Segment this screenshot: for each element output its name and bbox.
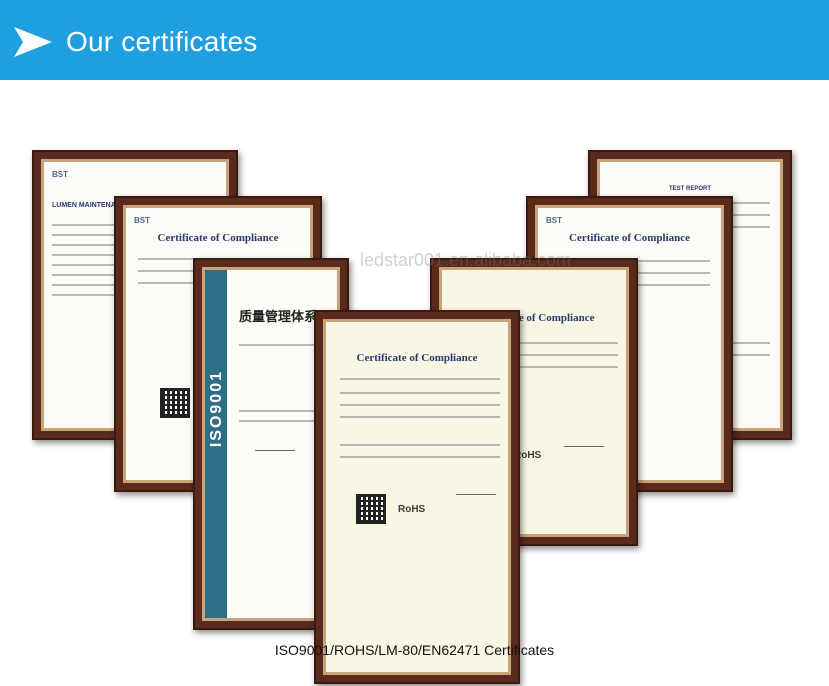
certificate-title: TEST REPORT: [668, 186, 711, 192]
certificate-title: Certificate of Compliance: [569, 232, 690, 244]
watermark: ledstar001.en.alibaba.com: [360, 250, 572, 270]
rohs-badge: RoHS: [398, 504, 426, 515]
bst-logo-icon: BST: [52, 170, 68, 179]
signature-icon: [564, 430, 604, 447]
signature-icon: [456, 478, 496, 495]
iso-band-text: ISO9001: [208, 370, 225, 448]
qr-code-icon: [356, 494, 386, 524]
certificates-gallery: BST LUMEN MAINTENANCE IESNA LM TEST REPO…: [0, 80, 829, 684]
page-title: Our certificates: [66, 26, 258, 57]
certificate-title: Certificate of Compliance: [157, 232, 279, 244]
iso-band: ISO9001: [205, 270, 227, 618]
arrow-right-icon: [14, 27, 52, 57]
caption: ISO9001/ROHS/LM-80/EN62471 Certificates: [274, 642, 555, 658]
bst-logo-icon: BST: [134, 216, 150, 225]
certificate-title: 质量管理体系: [239, 309, 318, 324]
certificate-title: Certificate of Compliance: [356, 352, 478, 364]
header-banner: Our certificates: [0, 0, 829, 80]
qr-code-icon: [160, 388, 190, 418]
certificate-frame-rohs-1[interactable]: Certificate of Compliance RoHS: [314, 310, 520, 684]
signature-icon: [255, 434, 295, 451]
bst-logo-icon: BST: [546, 216, 562, 225]
